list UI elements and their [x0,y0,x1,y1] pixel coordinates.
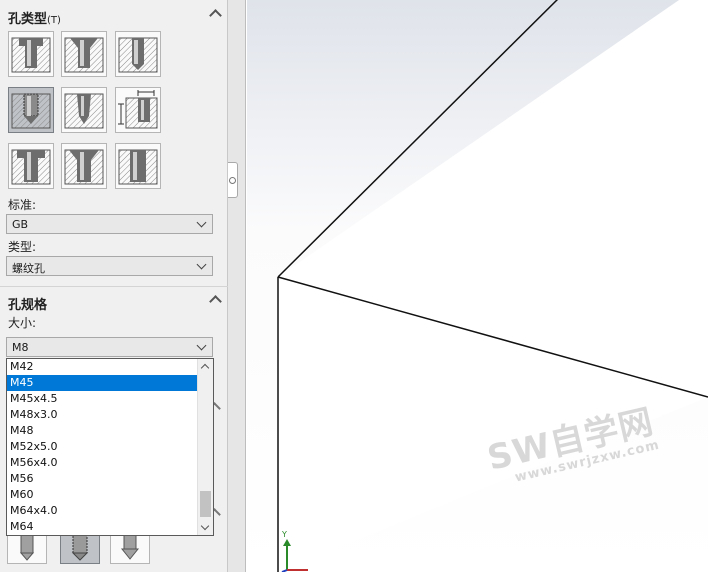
tapered-tap-button[interactable] [61,87,107,133]
size-option-M52x5.0[interactable]: M52x5.0 [7,439,197,455]
hole-type-section-header[interactable]: 孔类型(T) [0,2,228,28]
hole-spec-section-header[interactable]: 孔规格 [0,288,228,314]
chevron-down-icon [196,259,207,270]
size-option-M48[interactable]: M48 [7,423,197,439]
standard-label: 标准: [8,198,37,212]
end-condition-button-2[interactable] [60,532,100,564]
thread-hole-icon [71,533,89,561]
straight-tap-button[interactable] [8,87,54,133]
counterbore-slot-icon [11,149,51,185]
straight-tap-icon [11,93,51,129]
size-option-M60[interactable]: M60 [7,487,197,503]
axis-triad-icon [281,539,308,572]
countersink-slot-icon [64,149,104,185]
standard-value: GB [12,218,29,231]
size-option-M64[interactable]: M64 [7,519,197,535]
list-scrollbar[interactable] [197,359,213,535]
chevron-down-icon [196,340,207,351]
size-value: M8 [12,341,29,354]
box-model-edges [277,0,708,572]
countersink-icon [64,37,104,73]
type-value: 螺纹孔 [12,262,45,275]
counterbore-icon [11,37,51,73]
size-option-M48x3.0[interactable]: M48x3.0 [7,407,197,423]
chevron-down-icon [196,217,207,228]
size-option-M45[interactable]: M45 [7,375,197,391]
hole-spec-title: 孔规格 [8,298,48,313]
collapse-up-icon[interactable] [209,9,222,22]
splitter-grip-icon[interactable] [228,162,238,198]
graphics-viewport[interactable] [247,0,708,572]
scroll-down-icon[interactable] [200,521,210,531]
counterbore-button[interactable] [8,31,54,77]
hole-type-title: 孔类型(T) [8,12,61,27]
size-dropdown-list[interactable]: M42 M45 M45x4.5 M48x3.0 M48 M52x5.0 M56x… [6,358,214,536]
property-manager-panel: 孔类型(T) 标准: GB 类型: 螺纹孔 孔规格 大小: M8 M42 M45… [0,0,228,572]
counterbore-slot-button[interactable] [8,143,54,189]
size-option-M56[interactable]: M56 [7,471,197,487]
countersink-slot-button[interactable] [61,143,107,189]
collapse-up-icon[interactable] [209,295,222,308]
type-label: 类型: [8,240,37,254]
type-select[interactable]: 螺纹孔 [6,256,213,276]
blind-hole-icon [19,533,35,561]
countersink-button[interactable] [61,31,107,77]
cosmetic-thread-icon [120,533,140,560]
size-select[interactable]: M8 [6,337,213,357]
size-option-M45x4.5[interactable]: M45x4.5 [7,391,197,407]
scroll-thumb[interactable] [200,491,211,517]
legacy-hole-button[interactable] [115,87,161,133]
standard-select[interactable]: GB [6,214,213,234]
simple-hole-icon [118,37,158,73]
end-condition-button-3[interactable] [110,532,150,564]
size-option-M64x4.0[interactable]: M64x4.0 [7,503,197,519]
reference-triad: Y [278,530,318,572]
section-divider [0,286,228,287]
size-option-M56x4.0[interactable]: M56x4.0 [7,455,197,471]
simple-hole-button[interactable] [115,31,161,77]
straight-slot-button[interactable] [115,143,161,189]
tapered-tap-icon [64,93,104,129]
scroll-up-icon[interactable] [200,363,210,373]
legacy-hole-icon [118,90,158,129]
panel-splitter[interactable] [228,0,246,572]
size-label: 大小: [8,316,37,330]
size-option-M42[interactable]: M42 [7,359,197,375]
straight-slot-icon [118,149,158,185]
end-condition-button-1[interactable] [7,532,47,564]
